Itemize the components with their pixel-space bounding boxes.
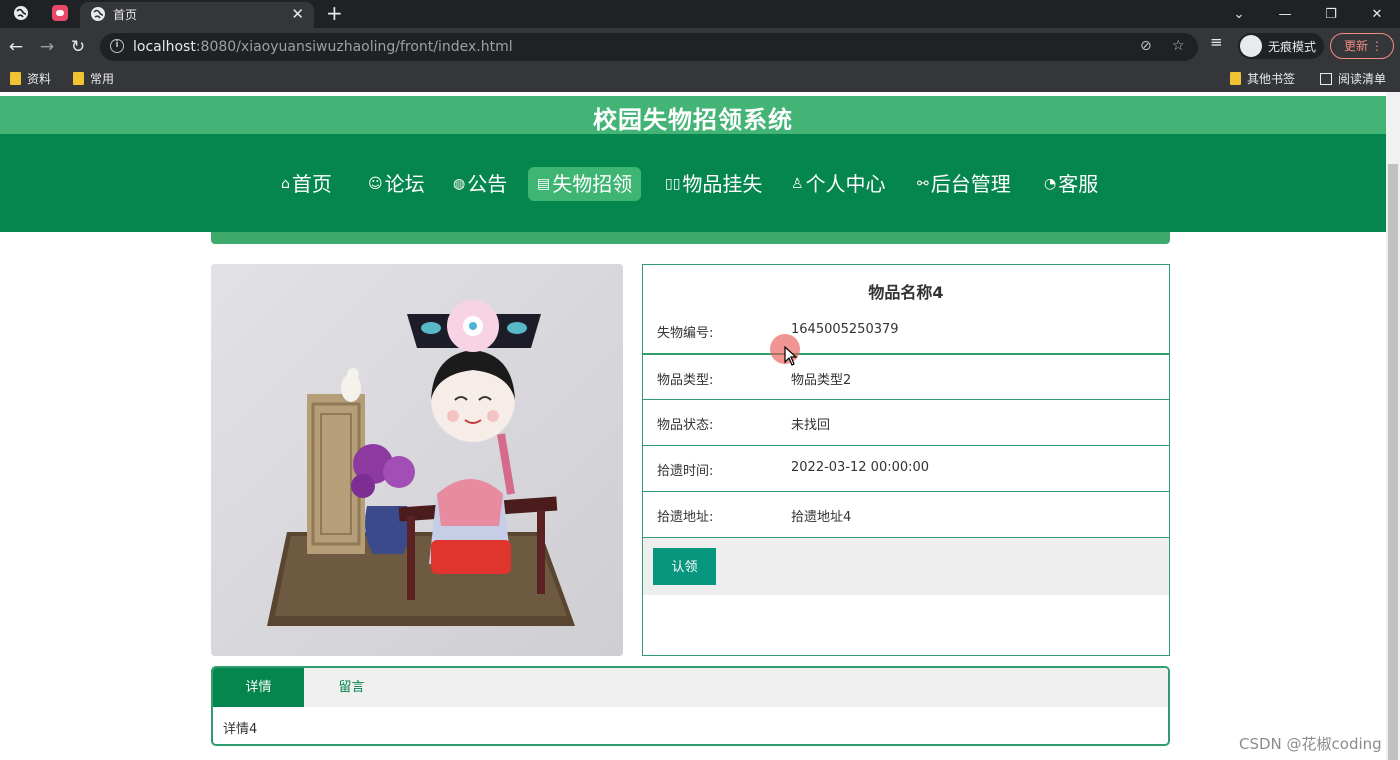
item-photo <box>211 264 623 656</box>
field-value: 物品类型2 <box>791 373 852 388</box>
folder-icon <box>10 72 21 85</box>
folder-icon <box>1230 72 1241 85</box>
nav-label: 客服 <box>1058 172 1099 196</box>
nav-label: 公告 <box>467 172 508 196</box>
home-icon: ⌂ <box>281 176 290 192</box>
update-button[interactable]: 更新 <box>1330 33 1394 59</box>
nav-lost-found[interactable]: ▤ 失物招领 <box>528 167 642 201</box>
chat-icon: ◔ <box>1044 176 1057 192</box>
folder-icon <box>73 72 84 85</box>
field-label: 拾遗时间: <box>657 464 714 479</box>
nav-label: 论坛 <box>384 172 425 196</box>
bookmark-label: 其他书签 <box>1247 72 1296 86</box>
nav-label: 物品挂失 <box>682 172 763 196</box>
tab-comments[interactable]: 留言 <box>304 668 399 707</box>
incognito-label: 无痕模式 <box>1268 39 1317 54</box>
star-icon[interactable]: ☆ <box>1172 38 1185 54</box>
bookmark-folder[interactable]: 资料 <box>10 70 51 87</box>
main-nav: ⌂ 首页 ☺ 论坛 ◍ 公告 ▤ 失物招领 ▯▯ 物品挂失 ♙ 个人中心 ⚯ 后台管理 ◔ 客服 <box>0 134 1386 232</box>
nav-label: 个人中心 <box>805 172 886 196</box>
field-row: 拾遗地址: 拾遗地址4 <box>642 492 1170 538</box>
action-area: 认领 <box>643 538 1169 595</box>
globe-icon: ◍ <box>453 176 466 192</box>
field-value: 1645005250379 <box>791 322 899 337</box>
item-name: 物品名称4 <box>868 283 944 302</box>
field-row: 物品类型: 物品类型2 <box>642 354 1170 400</box>
url-text[interactable]: localhost:8080/xiaoyuansiwuzhaoling/fron… <box>133 39 513 55</box>
field-label: 失物编号: <box>657 326 714 341</box>
browser-tab-strip: 首页 ✕ + ⌄ — ❐ ✕ <box>0 0 1400 28</box>
site-info-icon[interactable]: i <box>110 39 124 53</box>
globe-icon <box>90 6 106 22</box>
site-header: 校园失物招领系统 <box>0 96 1386 134</box>
nav-report-lost[interactable]: ▯▯ 物品挂失 <box>656 167 771 201</box>
forward-icon[interactable]: → <box>36 36 58 58</box>
field-label: 物品状态: <box>657 418 714 433</box>
tab-title: 首页 <box>113 8 138 22</box>
page-scrollbar[interactable] <box>1386 92 1400 760</box>
tab-search-icon[interactable]: ⌄ <box>1216 0 1262 28</box>
back-icon[interactable]: ← <box>5 36 27 58</box>
field-row: 失物编号: 1645005250379 <box>642 308 1170 354</box>
cursor-icon <box>784 346 798 366</box>
document-icon: ▤ <box>537 176 551 192</box>
media-queue-icon[interactable]: ≡ <box>1210 33 1223 51</box>
nav-notice[interactable]: ◍ 公告 <box>444 167 516 201</box>
scroll-thumb[interactable] <box>1388 164 1398 760</box>
field-label: 拾遗地址: <box>657 510 714 525</box>
page-viewport: 校园失物招领系统 ⌂ 首页 ☺ 论坛 ◍ 公告 ▤ 失物招领 ▯▯ 物品挂失 ♙ 个人中心 … <box>0 92 1386 760</box>
incognito-profile[interactable]: 无痕模式 <box>1238 33 1325 59</box>
field-value: 未找回 <box>791 418 831 433</box>
browser-toolbar: ← → ↻ i localhost:8080/xiaoyuansiwuzhaol… <box>0 28 1400 66</box>
address-bar[interactable]: i localhost:8080/xiaoyuansiwuzhaoling/fr… <box>100 33 1198 61</box>
nav-home[interactable]: ⌂ 首页 <box>272 167 341 201</box>
nav-label: 失物招领 <box>552 172 633 196</box>
detail-tabs: 详情 留言 详情4 <box>211 666 1170 746</box>
minimize-icon[interactable]: — <box>1262 0 1308 28</box>
book-icon: ▯▯ <box>665 176 681 192</box>
link-icon: ⚯ <box>917 176 929 192</box>
field-label: 物品类型: <box>657 373 714 388</box>
incognito-icon <box>1240 35 1262 57</box>
bookmarks-bar: 资料 常用 其他书签 阅读清单 <box>0 66 1400 92</box>
tabs-header: 详情 留言 <box>213 668 1168 707</box>
site-title: 校园失物招领系统 <box>593 106 793 134</box>
field-value: 拾遗地址4 <box>791 510 852 525</box>
pinned-tab-icon[interactable] <box>52 5 68 21</box>
field-row: 物品状态: 未找回 <box>642 400 1170 446</box>
close-tab-icon[interactable]: ✕ <box>291 4 304 24</box>
tab-details[interactable]: 详情 <box>213 668 304 707</box>
item-info-card: 物品名称4 失物编号: 1645005250379 物品类型: 物品类型2 物品… <box>642 264 1170 656</box>
window-controls: ⌄ — ❐ ✕ <box>1216 0 1400 28</box>
bookmark-label: 阅读清单 <box>1338 72 1387 86</box>
nav-profile[interactable]: ♙ 个人中心 <box>782 167 895 201</box>
nav-admin[interactable]: ⚯ 后台管理 <box>908 167 1020 201</box>
restore-icon[interactable]: ❐ <box>1308 0 1354 28</box>
nav-forum[interactable]: ☺ 论坛 <box>359 167 434 201</box>
watermark: CSDN @花椒coding <box>1239 735 1382 753</box>
eye-off-icon[interactable]: ⊘ <box>1140 38 1152 54</box>
smile-icon: ☺ <box>368 176 383 192</box>
bookmark-folder[interactable]: 常用 <box>73 70 114 87</box>
tab-content: 详情4 <box>223 722 258 737</box>
field-value: 2022-03-12 00:00:00 <box>791 460 930 475</box>
other-bookmarks[interactable]: 其他书签 <box>1230 70 1295 87</box>
globe-icon[interactable] <box>13 5 29 21</box>
reading-list-icon <box>1320 72 1332 85</box>
active-tab[interactable]: 首页 ✕ <box>80 2 314 28</box>
field-row: 拾遗时间: 2022-03-12 00:00:00 <box>642 446 1170 492</box>
claim-button[interactable]: 认领 <box>653 548 716 585</box>
nav-label: 后台管理 <box>930 172 1011 196</box>
content-top-bar <box>211 232 1170 244</box>
new-tab-button[interactable]: + <box>326 1 343 25</box>
reload-icon[interactable]: ↻ <box>67 36 89 58</box>
close-window-icon[interactable]: ✕ <box>1354 0 1400 28</box>
nav-service[interactable]: ◔ 客服 <box>1035 167 1107 201</box>
nav-label: 首页 <box>291 172 332 196</box>
reading-list[interactable]: 阅读清单 <box>1320 70 1386 87</box>
bookmark-label: 资料 <box>27 72 52 86</box>
user-icon: ♙ <box>791 176 804 192</box>
bookmark-label: 常用 <box>90 72 115 86</box>
